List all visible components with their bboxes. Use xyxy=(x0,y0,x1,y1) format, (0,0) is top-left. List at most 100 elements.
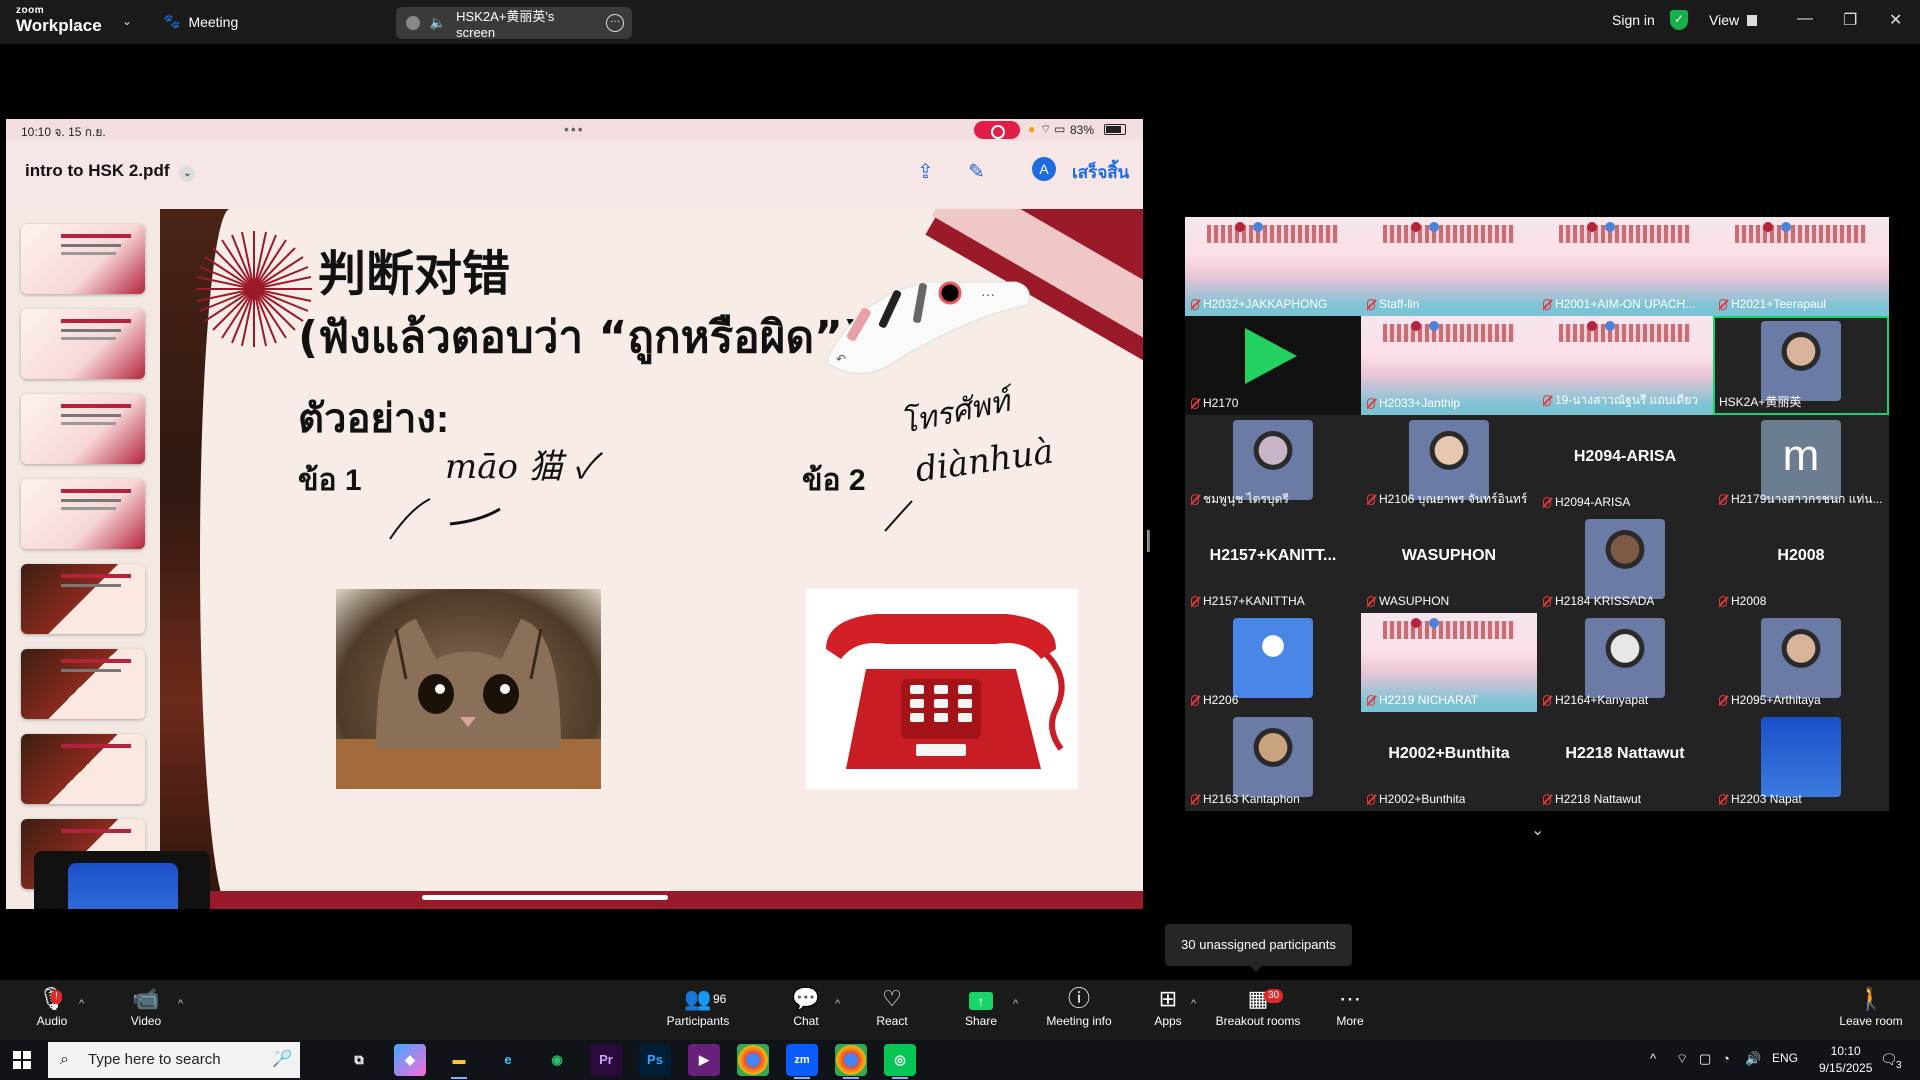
participant-tile[interactable]: H2203 Napat xyxy=(1713,712,1889,811)
leave-room-button[interactable]: 🚶 Leave room xyxy=(1838,980,1904,1040)
more-options-icon[interactable]: ··· xyxy=(606,14,625,32)
done-button[interactable]: เสร็จสิ้น xyxy=(1072,159,1129,186)
react-button[interactable]: ♡ React xyxy=(872,980,912,1040)
zoom-taskbar-icon[interactable]: zm xyxy=(786,1044,818,1079)
tray-chevron-up-icon[interactable]: ^ xyxy=(1650,1051,1656,1066)
participant-tile[interactable]: H2106 บุณยาพร จันทร์อินทร์ xyxy=(1361,415,1537,514)
view-button[interactable]: View xyxy=(1709,12,1758,28)
meeting-menu-button[interactable]: 🐾 Meeting xyxy=(163,13,238,30)
participant-tile[interactable]: H2008 H2008 xyxy=(1713,514,1889,613)
meeting-controls: 🎙 Audio ! ^ 📹 Video ^ 👥 Participants 96 … xyxy=(0,980,1920,1040)
task-view-icon[interactable]: ⧉ xyxy=(343,1044,375,1076)
line-icon[interactable]: ◎ xyxy=(884,1044,916,1079)
participant-photo xyxy=(1761,618,1841,698)
meet-now-icon[interactable]: ▢ xyxy=(1699,1051,1711,1067)
wifi-tray-icon[interactable]: ◔ xyxy=(1722,1051,1730,1066)
audio-options-caret-icon[interactable]: ^ xyxy=(79,998,84,1010)
breakout-rooms-label: Breakout rooms xyxy=(1215,1014,1301,1028)
participant-tile[interactable]: H2021+Teerapaul xyxy=(1713,217,1889,316)
participant-tile[interactable]: H2164+Kanyapat xyxy=(1537,613,1713,712)
unassigned-participants-tooltip: 30 unassigned participants xyxy=(1165,924,1352,972)
copilot-icon[interactable]: ◆ xyxy=(394,1044,426,1076)
thumbnail-page-6[interactable] xyxy=(21,649,145,719)
chat-button[interactable]: 💬 Chat xyxy=(786,980,826,1040)
viewing-screen-pill[interactable]: 🔈 HSK2A+黄丽英's screen ··· xyxy=(396,7,632,40)
participant-tile[interactable]: H2033+Janthip xyxy=(1361,316,1537,415)
status-time: 10:10 จ. 15 ก.ย. xyxy=(21,125,106,139)
apple-pencil-tool-palette[interactable]: ··· ↶ xyxy=(816,267,1046,377)
participant-tile[interactable]: HSK2A+黄丽英 xyxy=(1713,316,1889,415)
file-explorer-icon[interactable]: ▬ xyxy=(443,1044,475,1079)
logo-top-text: zoom xyxy=(16,5,45,16)
participant-tile[interactable]: H2184 KRISSADA xyxy=(1537,514,1713,613)
apps-options-caret-icon[interactable]: ^ xyxy=(1191,998,1196,1010)
close-icon[interactable]: ✕ xyxy=(1889,10,1902,30)
windows-start-icon[interactable] xyxy=(13,1051,31,1069)
participant-tile[interactable]: m H2179นางสาวกรชนก แท่น... xyxy=(1713,415,1889,514)
restore-icon[interactable]: ❐ xyxy=(1843,10,1857,30)
logo-chevron-down-icon[interactable]: ⌄ xyxy=(122,14,132,28)
encryption-shield-icon[interactable]: ✓ xyxy=(1670,10,1688,30)
premiere-pro-icon[interactable]: Pr xyxy=(590,1044,622,1076)
participant-tile[interactable]: H2163 Kantaphon xyxy=(1185,712,1361,811)
markup-pen-icon[interactable]: ✎ xyxy=(968,159,985,184)
meeting-info-button[interactable]: ⓘ Meeting info xyxy=(1040,980,1118,1040)
muted-mic-icon xyxy=(1719,793,1727,805)
breakout-rooms-button[interactable]: ▦ Breakout rooms xyxy=(1213,980,1303,1040)
participant-tile[interactable]: H2095+Arthitaya xyxy=(1713,613,1889,712)
participant-tile[interactable]: H2218 Nattawut H2218 Nattawut xyxy=(1537,712,1713,811)
network-icon[interactable]: ⌔ xyxy=(1676,1051,1688,1067)
share-export-icon[interactable]: ⇪ xyxy=(917,159,934,184)
minimize-icon[interactable]: — xyxy=(1797,10,1813,28)
participant-tile[interactable]: Staff-lin xyxy=(1361,217,1537,316)
pip-video xyxy=(68,863,178,909)
apps-button[interactable]: ⊞ Apps xyxy=(1150,980,1186,1040)
thumbnail-page-3[interactable] xyxy=(21,394,145,464)
video-label: Video xyxy=(130,1014,162,1028)
video-options-caret-icon[interactable]: ^ xyxy=(178,998,183,1010)
slide-footer-band xyxy=(160,891,1143,909)
participant-tile[interactable]: H2001+AIM-ON UPACH... xyxy=(1537,217,1713,316)
thumbnail-page-7[interactable] xyxy=(21,734,145,804)
participant-tile[interactable]: H2206 xyxy=(1185,613,1361,712)
thumbnail-page-4[interactable] xyxy=(21,479,145,549)
participant-tile[interactable]: 19-นางสาวณัฐนรี แถบเดียว xyxy=(1537,316,1713,415)
video-button[interactable]: 📹 Video xyxy=(124,980,168,1040)
edge-icon[interactable]: e xyxy=(492,1044,524,1076)
pdf-title-menu[interactable]: intro to HSK 2.pdf ⌄ xyxy=(25,161,196,182)
taskbar-clock[interactable]: 10:10 9/15/2025 xyxy=(1819,1043,1872,1077)
markup-mode-icon[interactable]: A xyxy=(1032,157,1056,181)
pip-self-view[interactable] xyxy=(34,851,210,909)
sign-in-button[interactable]: Sign in xyxy=(1612,12,1655,28)
gallery-next-page-icon[interactable]: ⌄ xyxy=(1531,820,1544,840)
thumbnail-page-1[interactable] xyxy=(21,224,145,294)
participant-tile[interactable]: H2032+JAKKAPHONG xyxy=(1185,217,1361,316)
participant-photo xyxy=(1761,321,1841,401)
chat-options-caret-icon[interactable]: ^ xyxy=(835,998,840,1010)
participant-tile[interactable]: ชมพูนุช ไตรบุตรี xyxy=(1185,415,1361,514)
participant-tile[interactable]: H2219 NICHARAT xyxy=(1361,613,1537,712)
volume-icon[interactable]: 🔊 xyxy=(1745,1051,1761,1067)
wechat-icon[interactable]: ◉ xyxy=(541,1044,573,1076)
input-language[interactable]: ENG xyxy=(1772,1051,1798,1065)
participant-name-text: H2008 xyxy=(1731,594,1767,608)
thumbnail-page-5[interactable] xyxy=(21,564,145,634)
photoshop-icon[interactable]: Ps xyxy=(639,1044,671,1076)
participant-tile[interactable]: H2002+Bunthita H2002+Bunthita xyxy=(1361,712,1537,811)
visual-studio-icon[interactable]: ▶ xyxy=(688,1044,720,1076)
share-button[interactable]: ↑ Share xyxy=(960,980,1002,1040)
chrome-icon[interactable] xyxy=(737,1044,769,1076)
participant-name-text: Staff-lin xyxy=(1379,297,1420,311)
participant-tile[interactable]: WASUPHON WASUPHON xyxy=(1361,514,1537,613)
audio-button[interactable]: 🎙 Audio xyxy=(30,980,74,1040)
more-button[interactable]: ⋯ More xyxy=(1330,980,1370,1040)
participant-tile[interactable]: H2094-ARISA H2094-ARISA xyxy=(1537,415,1713,514)
split-view-divider[interactable] xyxy=(1147,530,1150,552)
chrome-running-icon[interactable] xyxy=(835,1044,867,1079)
share-options-caret-icon[interactable]: ^ xyxy=(1013,998,1018,1010)
participants-button[interactable]: 👥 Participants xyxy=(658,980,738,1040)
participant-tile[interactable]: H2170 xyxy=(1185,316,1361,415)
thumbnail-page-2[interactable] xyxy=(21,309,145,379)
taskbar-search-box[interactable]: ⌕ Type here to search 🏸 xyxy=(48,1042,300,1078)
participant-tile[interactable]: H2157+KANITT... H2157+KANITTHA xyxy=(1185,514,1361,613)
